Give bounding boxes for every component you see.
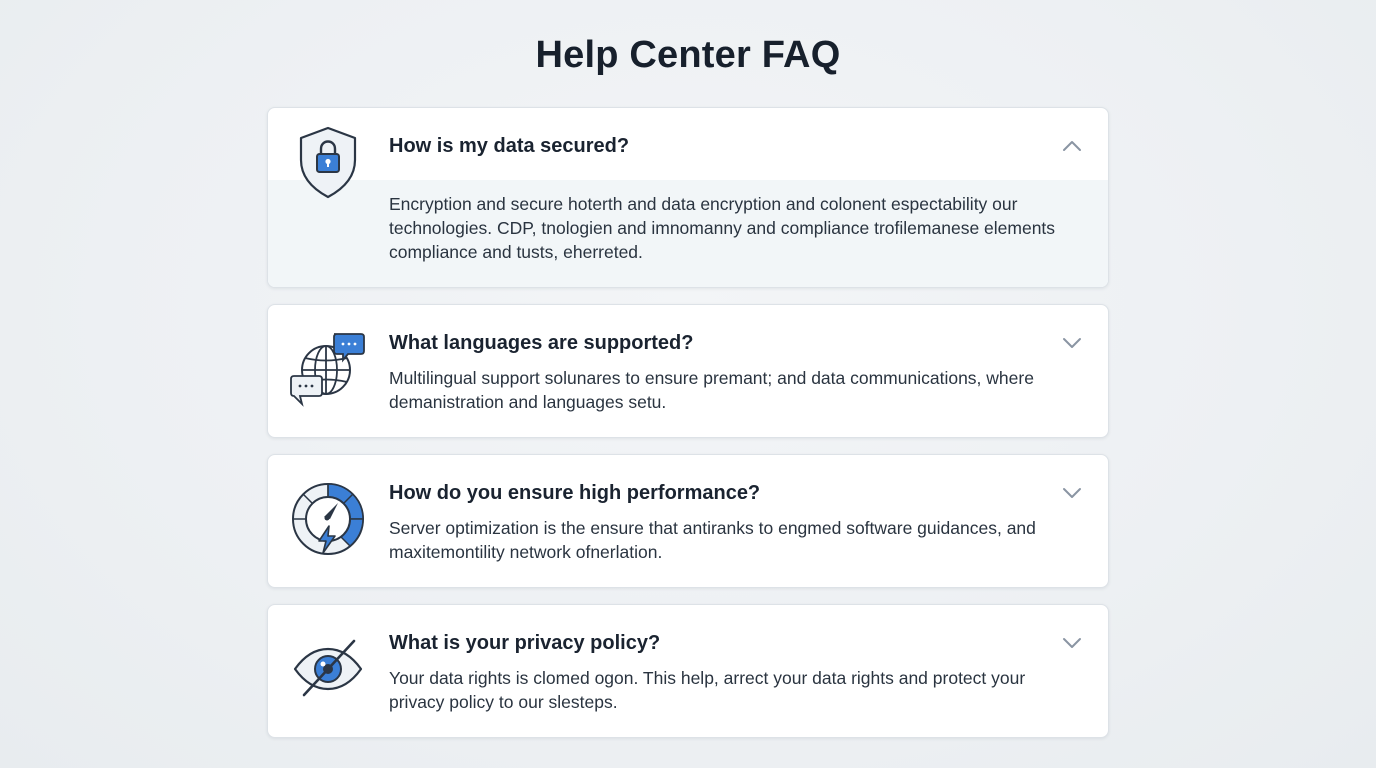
faq-item-data-security[interactable]: How is my data secured? Encryption and s… [267,107,1109,288]
page-title: Help Center FAQ [535,34,841,76]
chevron-down-icon[interactable] [1060,481,1084,505]
faq-answer: Encryption and secure hoterth and data e… [389,194,1056,262]
faq-item-languages[interactable]: What languages are supported? Multilingu… [267,304,1109,438]
eye-slash-icon [288,629,368,709]
faq-question[interactable]: What languages are supported? [389,330,1028,356]
faq-question[interactable]: How is my data secured? [389,133,1028,159]
faq-item-privacy[interactable]: What is your privacy policy? Your data r… [267,604,1109,738]
faq-question[interactable]: How do you ensure high performance? [389,480,1028,506]
faq-question[interactable]: What is your privacy policy? [389,630,1028,656]
globe-chat-icon [288,330,368,410]
chevron-up-icon[interactable] [1060,134,1084,158]
faq-answer: Server optimization is the ensure that a… [389,518,1036,562]
faq-answer: Multilingual support solunares to ensure… [389,368,1034,412]
faq-answer: Your data rights is clomed ogon. This he… [389,668,1026,712]
chevron-down-icon[interactable] [1060,331,1084,355]
faq-item-performance[interactable]: How do you ensure high performance? Serv… [267,454,1109,588]
shield-lock-icon [288,122,368,202]
speed-gauge-icon [288,479,368,559]
chevron-down-icon[interactable] [1060,631,1084,655]
